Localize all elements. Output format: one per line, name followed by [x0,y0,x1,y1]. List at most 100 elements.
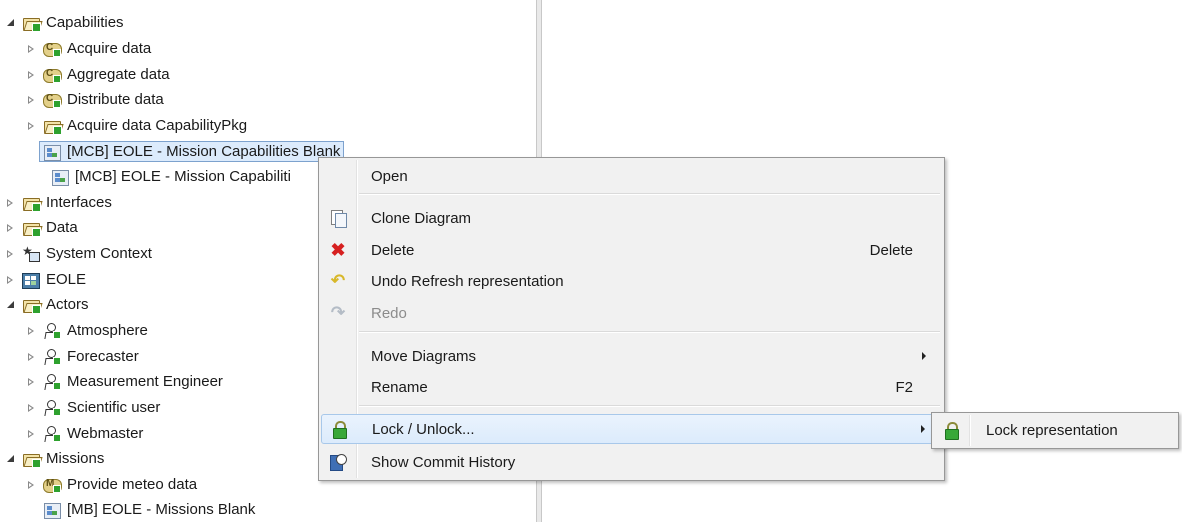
folder-icon [22,297,41,314]
delete-icon: ✖ [330,240,346,260]
tree-item-atmosphere[interactable]: Atmosphere [25,318,148,343]
undo-icon: ↶ [330,271,346,290]
tree-item-label: Measurement Engineer [67,373,223,390]
collapsed-arrow-icon[interactable] [25,428,37,440]
expanded-arrow-icon[interactable] [4,453,16,465]
menu-item-redo[interactable]: ↷ Redo [321,299,940,327]
tree-item-actors[interactable]: Actors [4,292,89,317]
collapsed-arrow-icon[interactable] [4,274,16,286]
tree-item-acquire-data[interactable]: Acquire data [25,36,151,61]
expanded-arrow-icon[interactable] [4,299,16,311]
folder-icon [22,451,41,468]
capability-icon [43,92,62,108]
tree-item-label: [MCB] EOLE - Mission Capabilities Blank [67,143,341,160]
actor-icon [43,322,61,339]
tree-item-mcb-diagram-2[interactable]: [MCB] EOLE - Mission Capabiliti [51,164,291,189]
folder-icon [22,15,41,32]
clone-icon [330,210,347,228]
redo-icon: ↷ [330,303,346,322]
menu-item-show-commit-history[interactable]: Show Commit History [321,448,940,476]
tree-item-label: Aggregate data [67,66,170,83]
tree-item-label: Acquire data [67,40,152,57]
folder-icon [22,195,41,212]
tree-item-label: Interfaces [46,194,112,211]
context-menu: Open Clone Diagram ✖ Delete Delete ↶ Und… [318,157,945,481]
commit-history-icon [330,454,347,471]
collapsed-arrow-icon[interactable] [25,94,37,106]
tree-item-scientific-user[interactable]: Scientific user [25,395,160,420]
tree-item-system-context[interactable]: System Context [4,241,152,266]
collapsed-arrow-icon[interactable] [25,43,37,55]
tree-item-label: Actors [46,296,89,313]
collapsed-arrow-icon[interactable] [25,479,37,491]
collapsed-arrow-icon[interactable] [4,197,16,209]
actor-icon [43,348,61,365]
lock-icon [331,421,347,439]
tree-item-label: Forecaster [67,348,139,365]
capability-icon [43,41,62,57]
tree-item-webmaster[interactable]: Webmaster [25,421,143,446]
actor-icon [43,399,61,416]
system-icon [22,272,40,289]
menu-separator [359,193,940,195]
tree-item-label: [MB] EOLE - Missions Blank [67,501,256,518]
menu-item-delete[interactable]: ✖ Delete Delete [321,236,940,264]
collapsed-arrow-icon[interactable] [25,69,37,81]
lock-submenu: Lock representation [931,412,1179,449]
tree-item-mcb-diagram-selected[interactable]: [MCB] EOLE - Mission Capabilities Blank [39,139,345,164]
mission-icon [43,477,62,493]
menu-item-rename[interactable]: Rename F2 [321,373,940,401]
menu-item-open[interactable]: Open [321,162,940,190]
tree-item-acquire-data-capabilitypkg[interactable]: Acquire data CapabilityPkg [25,113,247,138]
collapsed-arrow-icon[interactable] [25,351,37,363]
lock-icon [943,422,959,440]
tree-item-forecaster[interactable]: Forecaster [25,344,139,369]
menu-separator [359,331,940,333]
menu-item-lock-representation[interactable]: Lock representation [934,416,1174,444]
menu-item-move-diagrams[interactable]: Move Diagrams [321,342,940,370]
tree-item-distribute-data[interactable]: Distribute data [25,87,164,112]
folder-icon [43,118,62,135]
tree-item-label: [MCB] EOLE - Mission Capabiliti [75,168,291,185]
tree-item-label: Atmosphere [67,322,148,339]
collapsed-arrow-icon[interactable] [25,325,37,337]
tree-item-label: Acquire data CapabilityPkg [67,117,248,134]
capability-icon [43,67,62,83]
collapsed-arrow-icon[interactable] [25,376,37,388]
collapsed-arrow-icon[interactable] [4,222,16,234]
tree-item-label: Capabilities [46,14,124,31]
tree-item-mb-diagram[interactable]: [MB] EOLE - Missions Blank [43,497,255,522]
tree-item-label: Provide meteo data [67,476,198,493]
tree-item-label: Scientific user [67,399,161,416]
tree-item-interfaces[interactable]: Interfaces [4,190,112,215]
tree-item-provide-meteo-data[interactable]: Provide meteo data [25,472,197,497]
menu-item-lock-unlock[interactable]: Lock / Unlock... [321,414,940,444]
expanded-arrow-icon[interactable] [4,17,16,29]
menu-item-clone-diagram[interactable]: Clone Diagram [321,204,940,232]
tree-item-measurement-engineer[interactable]: Measurement Engineer [25,369,223,394]
tree-item-label: Missions [46,450,105,467]
menu-item-undo[interactable]: ↶ Undo Refresh representation [321,267,940,295]
tree-item-label: EOLE [46,271,87,288]
tree-item-aggregate-data[interactable]: Aggregate data [25,62,170,87]
menu-separator [359,405,940,407]
system-context-icon [22,244,40,262]
submenu-arrow-icon [921,425,925,433]
actor-icon [43,373,61,390]
tree-item-missions[interactable]: Missions [4,446,104,471]
tree-item-capabilities[interactable]: Capabilities [4,10,124,35]
tree-item-label: Distribute data [67,91,164,108]
collapsed-arrow-icon[interactable] [4,248,16,260]
folder-icon [22,220,41,237]
collapsed-arrow-icon[interactable] [25,402,37,414]
selection-highlight: [MCB] EOLE - Mission Capabilities Blank [39,141,345,162]
diagram-icon [43,502,61,519]
collapsed-arrow-icon[interactable] [25,120,37,132]
diagram-icon [51,169,69,186]
tree-item-label: Webmaster [67,425,144,442]
tree-item-eole[interactable]: EOLE [4,267,86,292]
submenu-arrow-icon [922,352,926,360]
actor-icon [43,425,61,442]
tree-item-data[interactable]: Data [4,215,78,240]
diagram-icon [43,144,61,161]
